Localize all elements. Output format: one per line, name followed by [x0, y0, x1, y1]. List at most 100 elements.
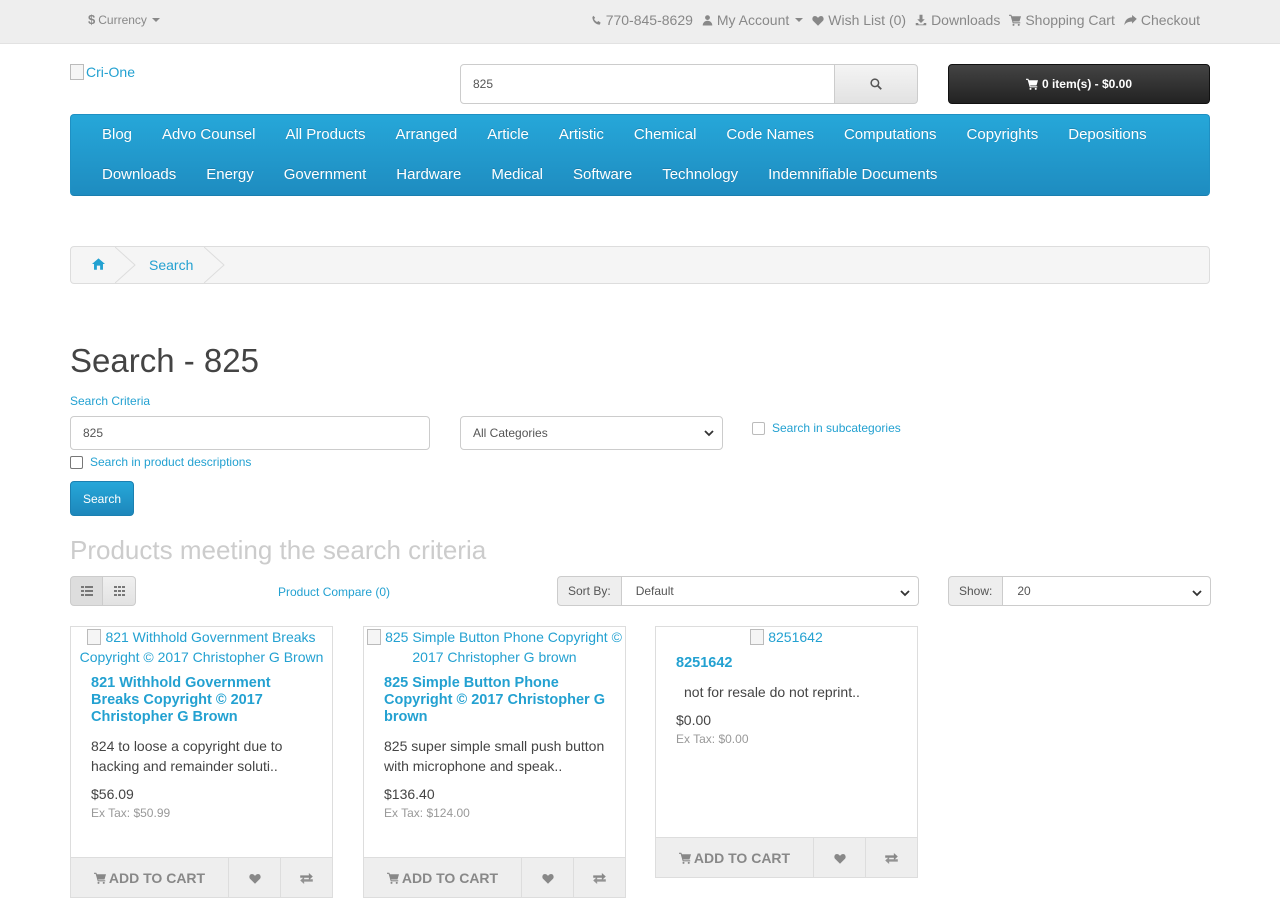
search-icon — [870, 78, 882, 90]
shopping-cart-icon — [678, 852, 691, 864]
header-search-input[interactable] — [460, 64, 835, 104]
search-descriptions-checkbox[interactable]: Search in product descriptions — [70, 455, 251, 469]
list-view-button[interactable] — [70, 576, 103, 606]
product-image[interactable]: 821 Withhold Government Breaks Copyright… — [71, 627, 332, 667]
header-search-button[interactable] — [834, 64, 918, 104]
phone-link[interactable]: 770-845-8629 — [591, 12, 693, 28]
product-compare-link[interactable]: Product Compare (0) — [278, 585, 390, 599]
category-select[interactable]: All Categories — [460, 416, 723, 450]
menu-item-energy[interactable]: Energy — [191, 155, 269, 195]
menu-item-arranged[interactable]: Arranged — [380, 115, 472, 155]
breadcrumb: Search — [70, 246, 1210, 284]
search-subcategories-label: Search in subcategories — [772, 421, 901, 435]
menu-item-copyrights[interactable]: Copyrights — [952, 115, 1054, 155]
category-select-value: All Categories — [473, 426, 548, 440]
compare-button[interactable] — [865, 838, 917, 878]
menu-item-hardware[interactable]: Hardware — [381, 155, 476, 195]
wish-list-link[interactable]: Wish List (0) — [812, 12, 906, 28]
product-caption: 821 Withhold Government Breaks Copyright… — [71, 675, 332, 820]
cart-total: 0 item(s) - $0.00 — [1041, 77, 1133, 91]
broken-image-icon — [70, 64, 84, 80]
search-criteria-label: Search Criteria — [70, 394, 151, 408]
phone-icon — [592, 15, 601, 25]
compare-button[interactable] — [573, 858, 625, 898]
menu-item-chemical[interactable]: Chemical — [619, 115, 712, 155]
my-account-dropdown[interactable]: My Account — [702, 12, 804, 28]
product-caption: 825 Simple Button Phone Copyright © 2017… — [364, 675, 625, 820]
grid-view-button[interactable] — [103, 576, 136, 606]
add-to-wishlist-button[interactable] — [813, 838, 865, 878]
product-caption: 8251642 not for resale do not reprint.. … — [656, 655, 917, 746]
shopping-cart-link[interactable]: Shopping Cart — [1009, 12, 1115, 28]
chevron-down-icon — [704, 430, 714, 437]
show-limit-select[interactable]: 20 — [1003, 576, 1212, 606]
currency-label: Currency — [98, 12, 147, 27]
menu-item-blog[interactable]: Blog — [87, 115, 147, 155]
sort-by-label: Sort By: — [557, 576, 622, 606]
product-price: $56.09 — [91, 786, 134, 802]
menu-item-indemnifiable-documents[interactable]: Indemnifiable Documents — [753, 155, 952, 195]
show-limit-group: Show: 20 — [948, 576, 1212, 606]
menu-item-software[interactable]: Software — [558, 155, 647, 195]
product-buttons: ADD TO CART — [364, 857, 625, 898]
add-to-wishlist-button[interactable] — [521, 858, 573, 898]
checkout-link[interactable]: Checkout — [1124, 12, 1200, 28]
add-to-wishlist-button[interactable] — [228, 858, 280, 898]
heart-icon — [248, 873, 261, 884]
header-search — [460, 64, 918, 104]
add-to-cart-button[interactable]: ADD TO CART — [656, 838, 813, 878]
currency-dropdown[interactable]: $ Currency — [88, 12, 160, 27]
results-title: Products meeting the search criteria — [70, 535, 487, 565]
menu-item-medical[interactable]: Medical — [476, 155, 558, 195]
menu-item-depositions[interactable]: Depositions — [1053, 115, 1161, 155]
menu-item-all-products[interactable]: All Products — [270, 115, 380, 155]
breadcrumb-search[interactable]: Search — [149, 257, 193, 273]
chevron-down-icon — [1192, 590, 1202, 597]
caret-down-icon — [151, 17, 160, 22]
search-button[interactable]: Search — [70, 481, 134, 516]
heart-icon — [833, 853, 846, 864]
product-ex-tax: Ex Tax: $0.00 — [676, 732, 749, 746]
product-name[interactable]: 8251642 — [676, 655, 897, 672]
product-ex-tax: Ex Tax: $124.00 — [384, 806, 470, 820]
dollar-icon: $ — [88, 12, 96, 27]
compare-button[interactable] — [280, 858, 332, 898]
downloads-link[interactable]: Downloads — [915, 12, 1000, 28]
main-menu: Blog Advo Counsel All Products Arranged … — [70, 114, 1210, 196]
search-criteria-input[interactable] — [70, 416, 430, 450]
checkbox-box[interactable] — [752, 421, 765, 435]
menu-item-article[interactable]: Article — [472, 115, 544, 155]
product-card: 8251642 8251642 not for resale do not re… — [655, 626, 918, 878]
site-logo[interactable]: Cri-One — [70, 64, 135, 80]
chevron-down-icon — [900, 590, 910, 597]
menu-item-computations[interactable]: Computations — [829, 115, 952, 155]
broken-image-icon — [87, 629, 102, 645]
add-to-cart-button[interactable]: ADD TO CART — [71, 858, 228, 898]
breadcrumb-home[interactable] — [92, 258, 105, 270]
caret-down-icon — [795, 18, 804, 22]
shopping-cart-icon — [1025, 78, 1038, 90]
menu-item-code-names[interactable]: Code Names — [711, 115, 829, 155]
sort-by-select[interactable]: Default — [621, 576, 919, 606]
list-icon — [80, 586, 93, 596]
product-name[interactable]: 821 Withhold Government Breaks Copyright… — [91, 675, 312, 726]
checkbox-box[interactable] — [70, 455, 83, 469]
product-card: 821 Withhold Government Breaks Copyright… — [70, 626, 333, 898]
menu-item-downloads[interactable]: Downloads — [87, 155, 191, 195]
product-image[interactable]: 8251642 — [656, 627, 917, 647]
product-card: 825 Simple Button Phone Copyright © 2017… — [363, 626, 626, 898]
menu-item-government[interactable]: Government — [269, 155, 382, 195]
broken-image-icon — [750, 629, 765, 645]
top-links: 770-845-8629 My Account Wish List (0) Do… — [591, 12, 1200, 28]
product-image[interactable]: 825 Simple Button Phone Copyright © 2017… — [364, 627, 625, 667]
add-to-cart-button[interactable]: ADD TO CART — [364, 858, 521, 898]
search-subcategories-checkbox[interactable]: Search in subcategories — [752, 421, 901, 435]
view-toggle — [70, 576, 137, 606]
cart-button[interactable]: 0 item(s) - $0.00 — [948, 64, 1210, 104]
menu-item-technology[interactable]: Technology — [647, 155, 753, 195]
broken-image-icon — [367, 629, 382, 645]
page-title: Search - 825 — [70, 342, 259, 379]
product-name[interactable]: 825 Simple Button Phone Copyright © 2017… — [384, 675, 605, 726]
menu-item-artistic[interactable]: Artistic — [544, 115, 619, 155]
menu-item-advo-counsel[interactable]: Advo Counsel — [147, 115, 270, 155]
